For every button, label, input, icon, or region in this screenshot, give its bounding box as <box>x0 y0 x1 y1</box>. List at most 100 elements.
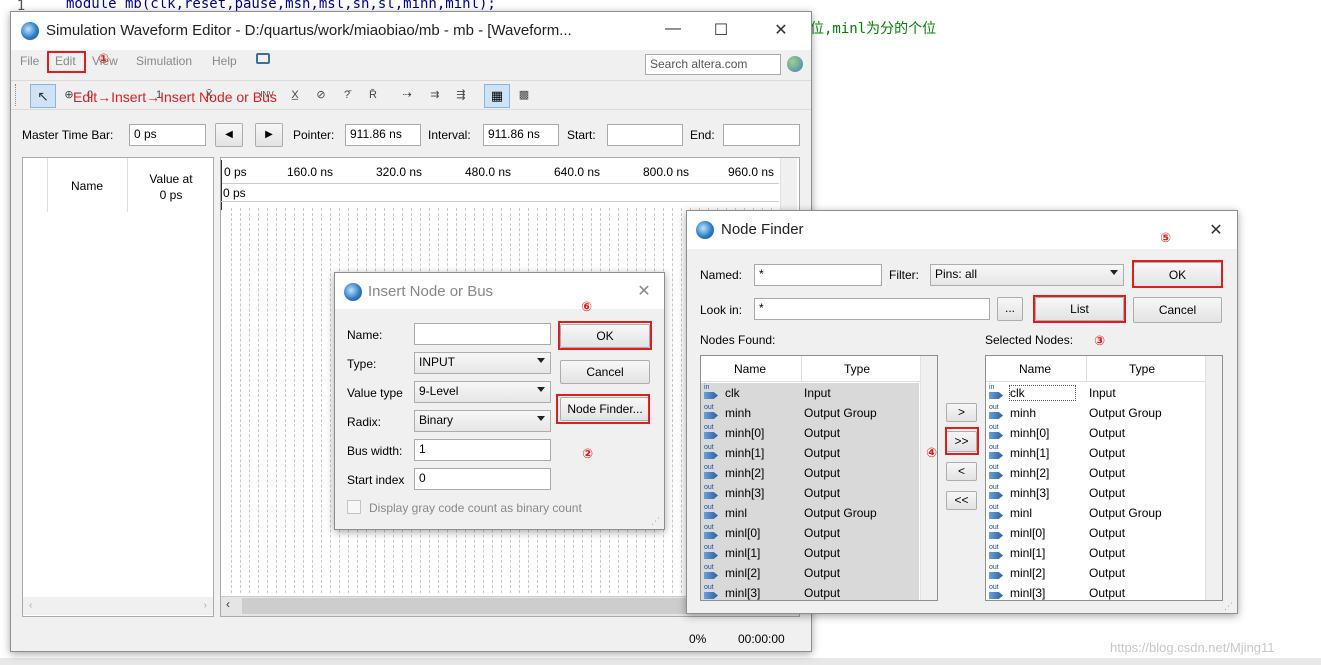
insert-node-close-icon[interactable]: ✕ <box>633 281 655 301</box>
status-percent: 0% <box>689 632 707 646</box>
maximize-icon[interactable]: ☐ <box>709 20 733 40</box>
found-row[interactable]: in clk Input <box>701 383 919 403</box>
menu-help[interactable]: Help <box>212 54 237 68</box>
next-transition-button[interactable]: ▶ <box>255 123 283 147</box>
found-row[interactable]: out minh[3] Output <box>701 483 919 503</box>
insert-start-index-field[interactable]: 0 <box>414 468 551 490</box>
selected-row[interactable]: out minh[0] Output <box>986 423 1204 443</box>
signal-list-hscroll[interactable]: ‹ › <box>23 597 213 615</box>
timeline-label-0: 0 ps <box>224 165 247 179</box>
found-row[interactable]: out minl[0] Output <box>701 523 919 543</box>
search-input[interactable]: Search altera.com <box>645 54 781 75</box>
selected-node-type: Output Group <box>1089 406 1162 420</box>
minimize-icon[interactable]: — <box>661 20 685 38</box>
selected-col-type: Type <box>1129 362 1156 376</box>
selected-nodes-list[interactable]: Name Type in clk Input out minh Output Group o… <box>985 355 1223 601</box>
group-icon[interactable]: ⇉ <box>426 86 444 104</box>
globe-icon[interactable] <box>787 56 803 72</box>
selected-vscroll[interactable] <box>1205 356 1222 600</box>
nodes-found-list[interactable]: Name Type in clk Input out minh Output Group o… <box>700 355 938 601</box>
filter-select[interactable]: Pins: all <box>930 264 1124 286</box>
insert-type-label: Type: <box>347 357 377 371</box>
count-icon[interactable]: X̲ <box>286 86 304 104</box>
resize-grip-icon[interactable]: ⋰ <box>651 516 660 527</box>
found-row[interactable]: out minl[2] Output <box>701 563 919 583</box>
signal-list-pane <box>22 157 214 617</box>
annotation-menu-path: Edit→Insert→Insert Node or Bus <box>73 89 277 105</box>
found-node-name: minh[1] <box>725 446 765 460</box>
selected-node-type: Input <box>1089 386 1116 400</box>
prev-transition-button[interactable]: ◀ <box>215 123 243 147</box>
selected-col-name: Name <box>1019 362 1052 376</box>
snap-icon[interactable]: ⇢ <box>398 86 416 104</box>
time-cursor-line <box>221 160 222 210</box>
remove-one-button[interactable]: < <box>946 462 977 481</box>
node-finder-ok-highlight <box>1132 260 1223 288</box>
node-finder-cancel-button[interactable]: Cancel <box>1133 297 1222 323</box>
sort-icon[interactable]: ▩ <box>515 86 533 104</box>
found-row[interactable]: out minh[0] Output <box>701 423 919 443</box>
node-finder-close-icon[interactable]: ✕ <box>1205 220 1227 240</box>
selected-node-type: Output <box>1089 566 1126 580</box>
nodes-found-vscroll[interactable] <box>920 356 937 600</box>
chat-icon[interactable] <box>256 53 270 64</box>
found-row[interactable]: out minl[1] Output <box>701 543 919 563</box>
insert-bus-width-field[interactable]: 1 <box>414 439 551 461</box>
insert-type-select[interactable]: INPUT <box>414 352 551 374</box>
insert-ok-highlight <box>558 321 652 350</box>
insert-name-field[interactable] <box>414 323 551 345</box>
found-row[interactable]: out minh Output Group <box>701 403 919 423</box>
nodes-found-header-divider <box>801 356 802 382</box>
found-node-name: minl[3] <box>725 586 761 600</box>
output-pin-icon: out <box>989 404 1005 420</box>
waveform-hscroll-thumb[interactable] <box>242 598 742 614</box>
selected-row[interactable]: in clk Input <box>986 383 1204 403</box>
selected-row[interactable]: out minh[2] Output <box>986 463 1204 483</box>
insert-radix-label: Radix: <box>347 415 382 429</box>
named-field[interactable]: * <box>754 264 882 286</box>
selected-row[interactable]: out minh[3] Output <box>986 483 1204 503</box>
selected-row[interactable]: out minh Output Group <box>986 403 1204 423</box>
insert-radix-select[interactable]: Binary <box>414 410 551 432</box>
selected-row[interactable]: out minl[1] Output <box>986 543 1204 563</box>
menu-file[interactable]: File <box>20 54 39 68</box>
selected-row[interactable]: out minl[2] Output <box>986 563 1204 583</box>
selected-row[interactable]: out minl[3] Output <box>986 583 1204 600</box>
browse-button[interactable]: ... <box>997 297 1023 321</box>
selected-row[interactable]: out minl[0] Output <box>986 523 1204 543</box>
close-icon[interactable]: ✕ <box>769 20 793 40</box>
grid-snap-icon[interactable]: ▦ <box>484 84 510 108</box>
output-pin-icon: out <box>989 524 1005 540</box>
add-one-button[interactable]: > <box>946 403 977 422</box>
marker-6: ⑥ <box>581 299 593 314</box>
selected-row[interactable]: out minl Output Group <box>986 503 1204 523</box>
end-field[interactable] <box>723 124 800 146</box>
gray-code-checkbox[interactable] <box>347 500 361 514</box>
ungroup-icon[interactable]: ⇶ <box>452 86 470 104</box>
look-in-field[interactable]: * <box>754 298 990 320</box>
found-row[interactable]: out minl Output Group <box>701 503 919 523</box>
selected-row[interactable]: out minh[1] Output <box>986 443 1204 463</box>
value-icon[interactable]: ?̄ <box>338 86 356 104</box>
waveform-hscroll-left-icon[interactable]: ‹ <box>226 597 230 611</box>
selected-node-name: minh[2] <box>1010 466 1050 480</box>
found-row[interactable]: out minh[2] Output <box>701 463 919 483</box>
timeline-label-4: 640.0 ns <box>554 165 601 179</box>
remove-all-button[interactable]: << <box>946 491 977 510</box>
nodes-found-col-type: Type <box>844 362 871 376</box>
found-row[interactable]: out minh[1] Output <box>701 443 919 463</box>
master-time-bar-field[interactable]: 0 ps <box>129 124 206 146</box>
random-icon[interactable]: ⊘ <box>312 86 330 104</box>
found-row[interactable]: out minl[3] Output <box>701 583 919 600</box>
pointer-tool-icon[interactable]: ↖ <box>30 84 56 108</box>
marker-3: ③ <box>1094 333 1106 348</box>
menu-simulation[interactable]: Simulation <box>136 54 192 68</box>
nodes-found-header: Name Type <box>701 356 937 382</box>
clock-value-icon[interactable]: R̄ <box>364 86 382 104</box>
insert-cancel-button[interactable]: Cancel <box>560 360 650 384</box>
waveform-title: Simulation Waveform Editor - D:/quartus/… <box>46 22 572 39</box>
insert-value-type-select[interactable]: 9-Level <box>414 381 551 403</box>
start-field[interactable] <box>607 124 683 146</box>
node-finder-resize-grip-icon[interactable]: ⋰ <box>1224 601 1233 612</box>
output-pin-icon: out <box>989 464 1005 480</box>
